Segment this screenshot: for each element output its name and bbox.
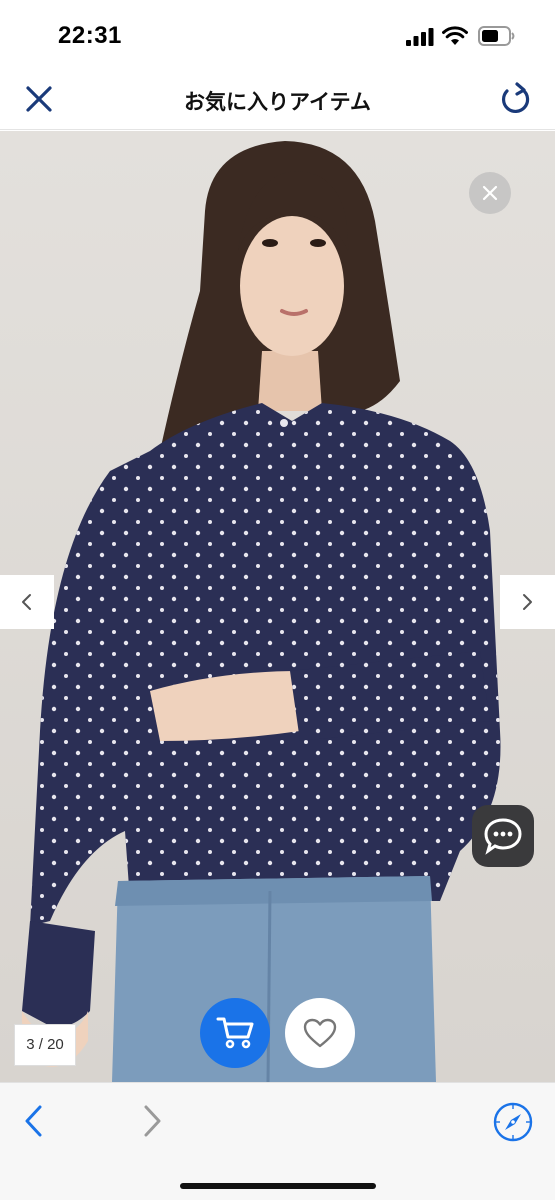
chevron-left-icon bbox=[25, 1105, 42, 1137]
status-bar: 22:31 bbox=[0, 0, 555, 70]
battery-icon bbox=[478, 26, 515, 46]
product-photo bbox=[0, 131, 555, 1082]
page-title: お気に入りアイテム bbox=[184, 91, 371, 114]
page-indicator: 3 / 20 bbox=[14, 1024, 76, 1066]
chat-bubble-icon bbox=[484, 818, 522, 855]
chevron-left-icon bbox=[22, 594, 31, 610]
dismiss-button[interactable] bbox=[469, 172, 511, 214]
nav-header: お気に入りアイテム bbox=[0, 70, 555, 130]
open-in-safari-button[interactable] bbox=[492, 1101, 534, 1143]
chevron-right-icon bbox=[523, 594, 532, 610]
signal-icon bbox=[406, 28, 434, 46]
close-icon bbox=[482, 185, 498, 201]
chat-button[interactable] bbox=[472, 805, 534, 867]
add-to-cart-button[interactable] bbox=[200, 998, 270, 1068]
chevron-right-icon bbox=[144, 1105, 161, 1137]
reload-icon bbox=[502, 82, 530, 113]
forward-button[interactable] bbox=[134, 1101, 168, 1141]
previous-image-button[interactable] bbox=[0, 575, 54, 629]
wifi-icon bbox=[442, 26, 468, 45]
reload-button[interactable] bbox=[496, 78, 534, 118]
next-image-button[interactable] bbox=[500, 575, 555, 629]
cart-icon bbox=[216, 1017, 254, 1049]
product-image-viewer[interactable]: 3 / 20 bbox=[0, 131, 555, 1082]
heart-icon bbox=[303, 1018, 337, 1048]
browser-toolbar bbox=[0, 1082, 555, 1200]
app-screen: 22:31 お気に入りアイテム 3 / 20 bbox=[0, 0, 555, 1200]
home-indicator bbox=[180, 1183, 376, 1189]
back-button[interactable] bbox=[18, 1101, 52, 1141]
status-time: 22:31 bbox=[58, 22, 122, 49]
favorite-button[interactable] bbox=[285, 998, 355, 1068]
compass-icon bbox=[493, 1102, 533, 1142]
